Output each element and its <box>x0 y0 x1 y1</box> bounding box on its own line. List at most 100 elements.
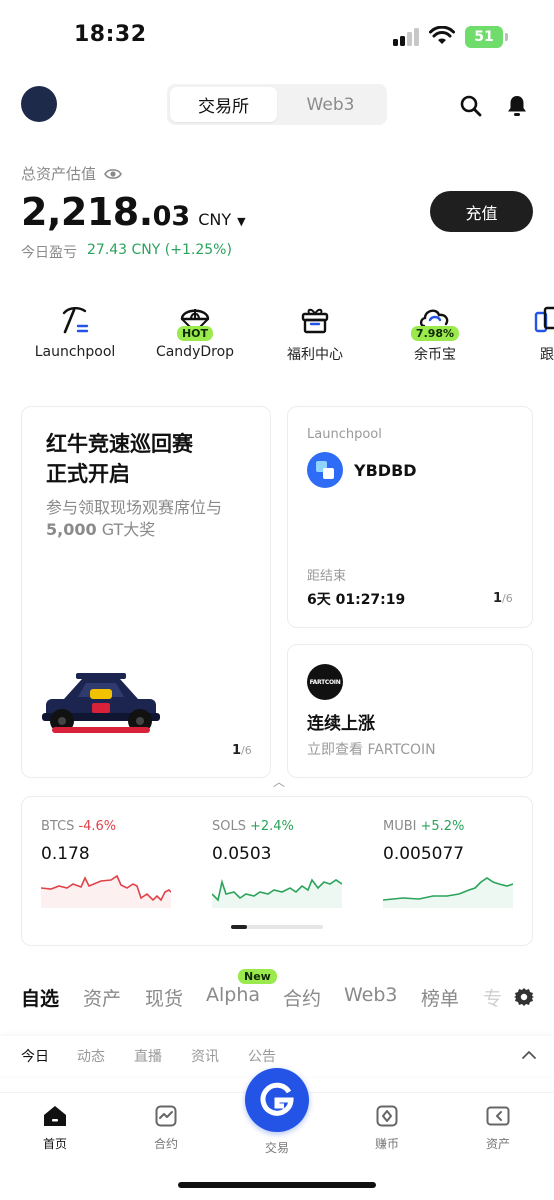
ticker-price: 0.005077 <box>383 844 465 864</box>
countdown-timer: 6天 01:27:19 <box>307 592 406 608</box>
gift-icon <box>297 302 333 338</box>
launchpool-label: Launchpool <box>307 427 382 442</box>
ticker-sols[interactable]: SOLS +2.4% 0.0503 <box>211 819 362 912</box>
nav-home[interactable]: 首页 <box>15 1105 95 1152</box>
pnl-label: 今日盈亏 <box>21 245 77 261</box>
chevron-up-icon[interactable]: ︿ <box>273 773 285 790</box>
ticker-header: SOLS +2.4% <box>212 819 294 834</box>
quick-action-launchpool[interactable]: Launchpool <box>20 302 130 360</box>
balance-integer: 2,218. <box>21 190 153 234</box>
ybdbd-token-icon <box>307 452 343 488</box>
quick-action-candydrop[interactable]: HOT CandyDrop <box>140 302 250 360</box>
subtab-feed[interactable]: 动态 <box>77 1046 105 1066</box>
avatar[interactable] <box>21 86 57 122</box>
currency-selector[interactable]: CNY <box>198 210 231 229</box>
tickers-card: BTCS -4.6% 0.178 SOLS +2.4% 0.0503 MUBI +5.… <box>21 796 533 946</box>
promo-title: 红牛竞速巡回赛 正式开启 <box>46 432 193 486</box>
eye-icon[interactable] <box>104 168 122 180</box>
nav-label: 资产 <box>485 1137 510 1151</box>
balance-decimal: 03 <box>152 201 191 232</box>
quick-action-copy-trade[interactable]: 跟 <box>492 302 554 364</box>
subtab-today[interactable]: 今日 <box>21 1046 49 1066</box>
race-car-image <box>42 673 160 733</box>
fartcoin-subtitle: 立即查看 FARTCOIN <box>307 742 436 758</box>
ticker-header: MUBI +5.2% <box>383 819 465 834</box>
balance-label: 总资产估值 <box>21 165 97 183</box>
ticker-btcs[interactable]: BTCS -4.6% 0.178 <box>40 819 191 912</box>
search-icon[interactable] <box>459 94 483 118</box>
daily-pnl: 今日盈亏 27.43 CNY (+1.25%) <box>21 242 232 262</box>
chevron-up-icon[interactable] <box>521 1050 537 1060</box>
nav-label: 赚币 <box>374 1137 399 1151</box>
subtab-news[interactable]: 资讯 <box>191 1046 219 1066</box>
tab-spot[interactable]: 现货 <box>145 984 183 1011</box>
home-indicator <box>178 1182 376 1188</box>
launchpool-pager: 1/6 <box>493 591 513 606</box>
balance-label-row: 总资产估值 <box>21 163 122 184</box>
quick-action-label: 余币宝 <box>414 347 456 363</box>
tab-web3[interactable]: Web3 <box>277 87 384 122</box>
piggy-cloud-icon: 7.98% <box>410 302 460 341</box>
nav-label: 合约 <box>153 1137 178 1151</box>
pnl-value: 27.43 CNY (+1.25%) <box>87 242 232 258</box>
fartcoin-title: 连续上涨 <box>307 714 375 734</box>
tab-special[interactable]: 专 <box>483 984 502 1011</box>
hot-badge: HOT <box>176 326 214 341</box>
wifi-icon <box>429 26 455 44</box>
bell-icon[interactable] <box>506 94 528 118</box>
nav-trade-label: 交易 <box>264 1141 289 1155</box>
tab-web3[interactable]: Web3 <box>344 984 398 1006</box>
wallet-icon <box>486 1106 510 1126</box>
promo-subtitle: 参与领取现场观赛席位与 5,000 GT大奖 <box>46 498 223 539</box>
quick-action-label: CandyDrop <box>155 344 235 360</box>
promo-card-redbull[interactable]: 红牛竞速巡回赛 正式开启 参与领取现场观赛席位与 5,000 GT大奖 1/6 <box>21 406 271 778</box>
quick-action-label: Launchpool <box>34 344 116 360</box>
countdown-label: 距结束 <box>307 569 347 584</box>
nav-trade-button[interactable] <box>245 1068 309 1132</box>
ticker-scroll-indicator <box>231 925 323 929</box>
chart-icon <box>155 1105 177 1127</box>
ticker-sparkline <box>211 878 343 908</box>
launchpool-card[interactable]: Launchpool YBDBD 距结束 6天 01:27:19 1/6 <box>287 406 533 628</box>
fartcoin-card[interactable]: FARTCOIN 连续上涨 立即查看 FARTCOIN <box>287 644 533 778</box>
ticker-mubi[interactable]: MUBI +5.2% 0.005077 <box>382 819 533 912</box>
parachute-icon: HOT <box>176 302 214 341</box>
tab-futures[interactable]: 合约 <box>283 984 321 1011</box>
new-badge: New <box>238 969 277 984</box>
balance-amount: 2,218. 03 CNY ▼ <box>21 190 246 234</box>
gate-logo-icon <box>260 1082 294 1116</box>
copy-trade-icon <box>529 302 554 338</box>
scroll-thumb <box>231 925 247 929</box>
nav-assets[interactable]: 资产 <box>458 1105 538 1152</box>
tab-assets[interactable]: 资产 <box>83 984 121 1011</box>
launchpool-token-name: YBDBD <box>354 461 417 480</box>
nav-earn[interactable]: 赚币 <box>347 1105 427 1152</box>
quick-action-label: 福利中心 <box>287 347 343 363</box>
tab-alpha[interactable]: Alpha <box>206 984 260 1006</box>
earn-icon <box>376 1105 398 1127</box>
apr-badge: 7.98% <box>410 326 460 341</box>
status-bar: 18:32 51 <box>0 0 554 72</box>
pickaxe-icon <box>57 302 93 338</box>
deposit-button[interactable]: 充值 <box>430 191 533 232</box>
battery-icon: 51 <box>465 26 503 48</box>
status-time: 18:32 <box>74 22 147 47</box>
tab-watchlist[interactable]: 自选 <box>21 984 59 1011</box>
quick-action-welfare-center[interactable]: 福利中心 <box>260 302 370 364</box>
quick-action-yubibao[interactable]: 7.98% 余币宝 <box>380 302 490 364</box>
tab-rankings[interactable]: 榜单 <box>421 984 459 1011</box>
ticker-price: 0.0503 <box>212 844 272 864</box>
quick-action-label: 跟 <box>540 347 554 363</box>
market-tabs: 自选 资产 现货 Alpha 合约 Web3 榜单 专 <box>21 984 511 1012</box>
ticker-price: 0.178 <box>41 844 90 864</box>
gear-icon[interactable] <box>514 987 534 1007</box>
subtab-live[interactable]: 直播 <box>134 1046 162 1066</box>
ticker-sparkline <box>40 874 172 908</box>
battery-tip <box>505 33 508 41</box>
tab-exchange[interactable]: 交易所 <box>170 87 277 122</box>
nav-futures[interactable]: 合约 <box>126 1105 206 1152</box>
caret-down-icon[interactable]: ▼ <box>237 215 245 228</box>
ticker-sparkline <box>382 877 514 908</box>
subtab-announcements[interactable]: 公告 <box>248 1046 276 1066</box>
exchange-web3-switch: 交易所 Web3 <box>167 84 387 125</box>
